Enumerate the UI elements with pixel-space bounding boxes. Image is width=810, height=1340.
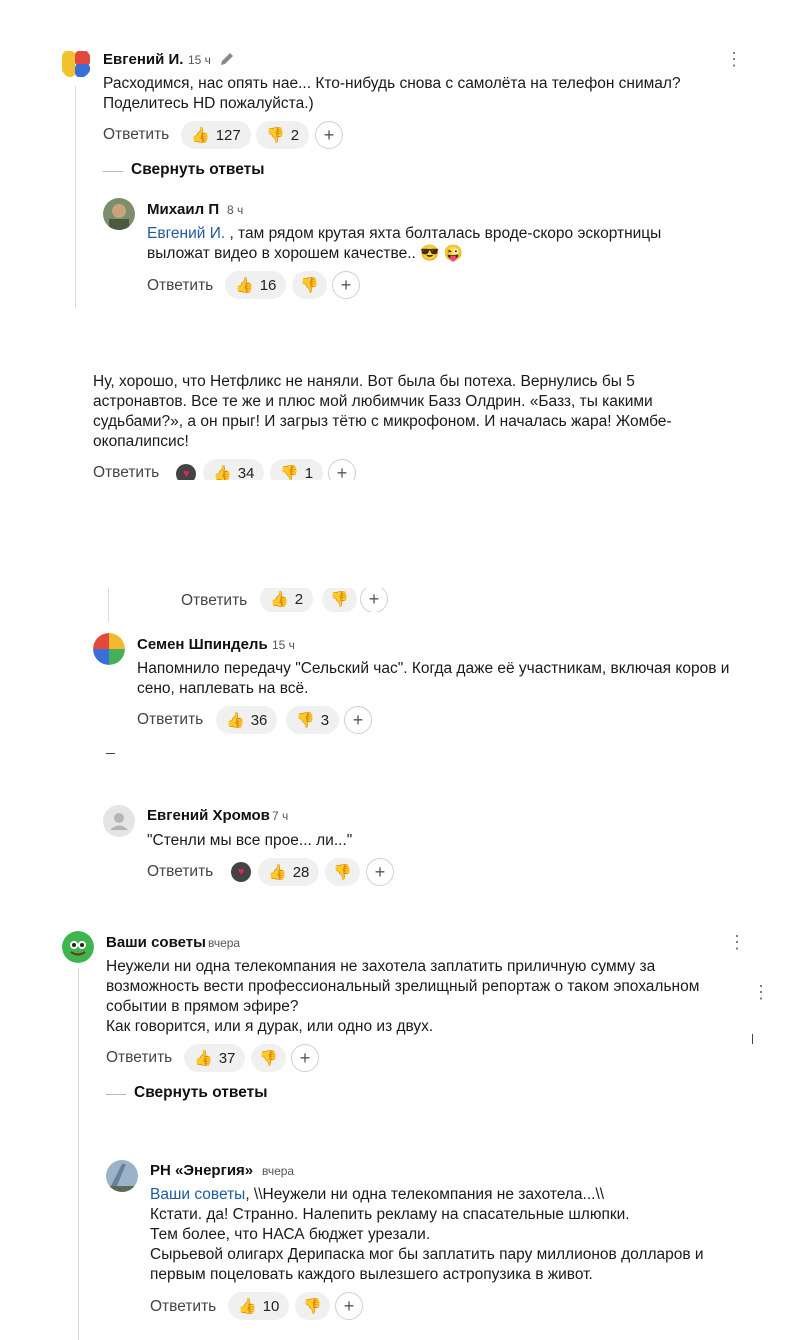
reply-button[interactable]: Ответить <box>137 711 203 729</box>
reply-button[interactable]: Ответить <box>147 277 213 295</box>
mention-link[interactable]: Евгений И. <box>147 225 225 242</box>
dislike-button[interactable]: 👎 1 <box>270 459 324 480</box>
thumbs-down-icon: 👎 <box>259 1050 278 1067</box>
add-reaction-button[interactable]: + <box>328 459 356 480</box>
thumbs-down-icon: 👎 <box>303 1298 322 1315</box>
like-button[interactable]: 👍 2 <box>260 588 314 612</box>
dislike-button[interactable]: 👎 <box>292 271 327 299</box>
reaction-clip: Ответить 👍 2 👎 + <box>178 588 393 612</box>
add-reaction-button[interactable]: + <box>315 121 343 149</box>
dislike-button[interactable]: 👎 <box>295 1292 330 1320</box>
thumbs-up-icon: 👍 <box>191 127 210 144</box>
author-name[interactable]: Ваши советы <box>106 934 206 951</box>
like-button[interactable]: 👍 37 <box>184 1044 246 1072</box>
reply-button[interactable]: Ответить <box>103 126 169 144</box>
thumbs-up-icon: 👍 <box>238 1298 257 1315</box>
dislike-button[interactable]: 👎 <box>251 1044 286 1072</box>
author-name[interactable]: Михаил П <box>147 201 219 218</box>
comment-text: Расходимся, нас опять нае... Кто-нибудь … <box>103 75 681 112</box>
dislike-button[interactable]: 👎 3 <box>286 706 340 734</box>
like-button[interactable]: 👍 36 <box>216 706 278 734</box>
heart-reaction-icon: ♥ <box>176 464 196 480</box>
thread-line <box>108 588 109 622</box>
pencil-icon <box>219 51 235 72</box>
comment-text: "Стенли мы все прое... ли..." <box>147 832 353 849</box>
thread-line <box>78 968 79 1340</box>
collapse-dash <box>103 171 123 172</box>
add-reaction-button[interactable]: + <box>332 271 360 299</box>
collapse-dash <box>106 1094 126 1095</box>
mention-link[interactable]: Ваши советы <box>150 1186 245 1203</box>
thumbs-down-icon: 👎 <box>296 712 315 729</box>
avatar[interactable] <box>62 931 94 963</box>
thumbs-up-icon: 👍 <box>194 1050 213 1067</box>
add-reaction-button[interactable]: + <box>366 858 394 886</box>
thumbs-down-icon: 👎 <box>333 864 352 881</box>
like-button[interactable]: 👍 16 <box>225 271 287 299</box>
comment-text: Евгений И. , там рядом крутая яхта болта… <box>147 225 662 262</box>
reaction-clip: Ответить ♥ 👍 34 👎 1 + <box>90 458 360 480</box>
dislike-button[interactable]: 👎 <box>325 858 360 886</box>
thumbs-down-icon: 👎 <box>280 465 299 480</box>
thumbs-up-icon: 👍 <box>235 277 254 294</box>
comment-time: вчера <box>208 936 241 950</box>
like-button[interactable]: 👍 28 <box>258 858 320 886</box>
reply-button[interactable]: Ответить <box>150 1298 216 1316</box>
collapse-replies-button[interactable]: Свернуть ответы <box>131 161 264 179</box>
more-icon[interactable]: ⋮ <box>725 50 743 68</box>
thread-line <box>75 86 76 308</box>
reply-button[interactable]: Ответить <box>106 1049 172 1067</box>
collapse-replies-button[interactable]: Свернуть ответы <box>134 1084 267 1102</box>
comment-time: 15 ч <box>272 638 295 652</box>
dislike-button[interactable]: 👎 2 <box>256 121 310 149</box>
divider-fragment <box>752 1034 753 1044</box>
add-reaction-button[interactable]: + <box>291 1044 319 1072</box>
author-name[interactable]: Евгений И. <box>103 51 183 68</box>
avatar[interactable] <box>60 47 92 79</box>
like-button[interactable]: 👍 34 <box>203 459 265 480</box>
like-button[interactable]: 👍 10 <box>228 1292 290 1320</box>
heart-reaction-icon: ♥ <box>231 862 251 882</box>
dislike-button[interactable]: 👎 <box>322 588 357 612</box>
thumbs-up-icon: 👍 <box>226 712 245 729</box>
reply-button[interactable]: Ответить <box>147 863 213 881</box>
like-button[interactable]: 👍 127 <box>181 121 251 149</box>
comment-text: Ну, хорошо, что Нетфликс не наняли. Вот … <box>93 373 672 450</box>
thumbs-down-icon: 👎 <box>330 591 349 608</box>
author-name[interactable]: Семен Шпиндель <box>137 636 268 653</box>
author-name[interactable]: Евгений Хромов <box>147 807 270 824</box>
author-name[interactable]: РН «Энергия» <box>150 1162 253 1179</box>
comment-text: Неужели ни одна телекомпания не захотела… <box>106 958 700 1035</box>
add-reaction-button[interactable]: + <box>335 1292 363 1320</box>
avatar[interactable] <box>93 633 125 665</box>
comment-text: Напомнило передачу "Сельский час". Когда… <box>137 660 730 697</box>
emoji: 😎 😜 <box>420 245 464 262</box>
comment-time: 15 ч <box>188 53 211 67</box>
comment-text: Ваши советы, \\Неужели ни одна телекомпа… <box>150 1186 704 1283</box>
more-icon[interactable]: ⋮ <box>728 933 746 951</box>
comment-time: 7 ч <box>272 809 289 823</box>
comment-time: 8 ч <box>227 203 244 217</box>
thumbs-up-icon: 👍 <box>270 591 289 608</box>
divider-fragment <box>106 753 115 754</box>
comment-time: вчера <box>262 1164 295 1178</box>
more-icon[interactable]: ⋮ <box>752 983 770 1001</box>
thumbs-up-icon: 👍 <box>213 465 232 480</box>
avatar[interactable] <box>103 805 135 837</box>
add-reaction-button[interactable]: + <box>360 588 388 612</box>
thumbs-up-icon: 👍 <box>268 864 287 881</box>
reply-button[interactable]: Ответить <box>181 592 247 610</box>
reply-button[interactable]: Ответить <box>93 464 159 480</box>
thumbs-down-icon: 👎 <box>266 127 285 144</box>
avatar[interactable] <box>103 198 135 230</box>
avatar[interactable] <box>106 1160 138 1192</box>
add-reaction-button[interactable]: + <box>344 706 372 734</box>
thumbs-down-icon: 👎 <box>300 277 319 294</box>
